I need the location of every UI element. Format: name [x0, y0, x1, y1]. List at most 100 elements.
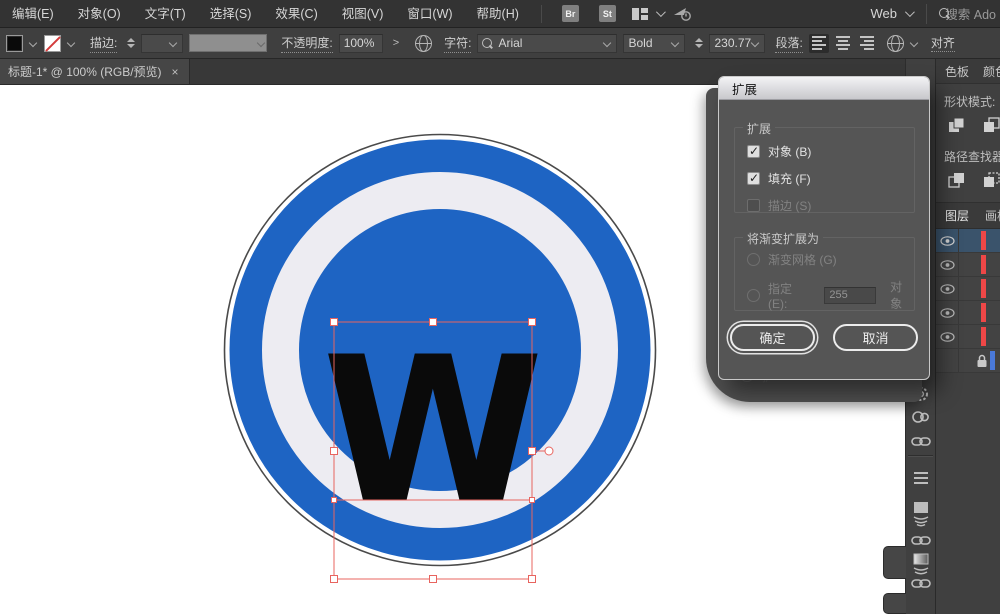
cancel-button[interactable]: 取消: [833, 324, 918, 351]
checkbox-object[interactable]: 对象 (B): [735, 138, 914, 165]
checkbox-label: 对象 (B): [768, 143, 811, 160]
control-bar: 描边: 不透明度: 100% > 字符: Arial Bold 230.77 段…: [0, 28, 1000, 59]
brush-definition-select[interactable]: [189, 34, 267, 52]
font-family-select[interactable]: Arial: [477, 34, 617, 53]
checkbox-checked-icon[interactable]: [747, 172, 760, 185]
menu-item-select[interactable]: 选择(S): [198, 0, 264, 28]
lock-icon[interactable]: [976, 354, 988, 368]
align-center-icon[interactable]: [833, 34, 853, 53]
chevron-down-icon[interactable]: [29, 39, 37, 47]
menu-item-view[interactable]: 视图(V): [330, 0, 396, 28]
character-label[interactable]: 字符:: [444, 34, 471, 53]
artboard-waves-icon[interactable]: [911, 501, 931, 527]
link-icon[interactable]: [911, 535, 931, 546]
selection-handle[interactable]: [331, 448, 338, 455]
document-tab[interactable]: 标题-1* @ 100% (RGB/预览) ×: [0, 59, 190, 84]
chevron-down-icon[interactable]: [910, 39, 918, 47]
stroke-weight-input[interactable]: [141, 34, 183, 53]
dock-gripper[interactable]: [883, 593, 906, 614]
fill-color-swatch[interactable]: [6, 35, 23, 52]
menu-item-help[interactable]: 帮助(H): [465, 0, 531, 28]
stroke-color-swatch[interactable]: [44, 35, 61, 52]
font-size-select[interactable]: 230.77: [709, 34, 765, 53]
glyphs-panel-icon[interactable]: [887, 35, 904, 52]
selection-handle[interactable]: [430, 576, 437, 583]
selection-handle[interactable]: [529, 576, 536, 583]
font-size-stepper[interactable]: [695, 38, 703, 48]
layer-row[interactable]: [936, 253, 1000, 277]
checkbox-checked-icon[interactable]: [747, 145, 760, 158]
selection-handle[interactable]: [331, 319, 338, 326]
chevron-down-icon[interactable]: [656, 7, 666, 17]
dock-gripper[interactable]: [883, 546, 906, 579]
selection-handle[interactable]: [331, 576, 338, 583]
workspace-select[interactable]: Web: [857, 6, 927, 21]
search-placeholder: 搜索 Ado: [945, 4, 996, 23]
chevron-down-icon[interactable]: [67, 39, 75, 47]
font-size-value: 230.77: [714, 36, 751, 50]
align-left-icon[interactable]: [809, 34, 829, 53]
tab-artboards[interactable]: 画板: [985, 207, 1000, 224]
font-style-select[interactable]: Bold: [623, 34, 685, 53]
selection-out-port-icon[interactable]: [545, 447, 553, 455]
baseline-anchor[interactable]: [530, 498, 535, 503]
close-icon[interactable]: ×: [172, 65, 179, 79]
pathfinder-unite-icon[interactable]: [948, 117, 965, 133]
menu-item-window[interactable]: 窗口(W): [395, 0, 464, 28]
gradient-waves-icon[interactable]: [911, 553, 931, 577]
eye-icon[interactable]: [940, 236, 955, 246]
tab-color[interactable]: 颜色: [983, 63, 1000, 80]
menu-item-type[interactable]: 文字(T): [133, 0, 198, 28]
tab-swatches[interactable]: 色板: [945, 63, 969, 80]
stock-icon[interactable]: St: [599, 5, 616, 22]
pathfinder-trim-icon[interactable]: [983, 172, 1000, 188]
align-panel-label[interactable]: 对齐: [931, 34, 955, 52]
layer-color-bar: [981, 303, 986, 322]
chevron-down-icon: [169, 39, 177, 47]
pathfinder-divide-icon[interactable]: [948, 172, 965, 188]
eye-icon[interactable]: [940, 260, 955, 270]
creative-cloud-icon[interactable]: [911, 410, 931, 424]
more-options-button[interactable]: >: [389, 37, 403, 49]
workspace-switcher-icon[interactable]: [632, 8, 648, 20]
layer-row[interactable]: [936, 325, 1000, 349]
dialog-titlebar[interactable]: 扩展: [719, 77, 929, 100]
pathfinder-minus-front-icon[interactable]: [983, 117, 1000, 133]
document-setup-icon[interactable]: [415, 35, 432, 52]
tab-layers[interactable]: 图层: [945, 207, 969, 224]
layer-row[interactable]: [936, 301, 1000, 325]
opacity-input[interactable]: 100%: [339, 34, 383, 53]
sign-letter[interactable]: W: [322, 314, 544, 548]
chevron-down-icon: [751, 39, 759, 47]
radio-gradient-mesh: 渐变网格 (G): [735, 246, 914, 273]
ok-button[interactable]: 确定: [730, 324, 815, 351]
search-input[interactable]: 搜索 Ado: [926, 4, 1000, 24]
link-icon[interactable]: [911, 578, 931, 589]
paragraph-label[interactable]: 段落:: [775, 34, 802, 53]
baseline-anchor[interactable]: [332, 498, 337, 503]
align-right-icon[interactable]: [857, 34, 877, 53]
eye-icon[interactable]: [940, 308, 955, 318]
menu-item-edit[interactable]: 编辑(E): [0, 0, 66, 28]
expand-options-group: 扩展 对象 (B) 填充 (F) 描边 (S): [734, 127, 915, 213]
link-icon[interactable]: [911, 436, 931, 447]
eye-icon[interactable]: [940, 332, 955, 342]
layer-row[interactable]: [936, 229, 1000, 253]
selection-handle[interactable]: [430, 319, 437, 326]
stroke-weight-label[interactable]: 描边:: [90, 34, 117, 53]
menu-lines-icon[interactable]: [914, 472, 928, 484]
group-legend: 将渐变扩展为: [743, 230, 823, 247]
share-icon[interactable]: [673, 6, 693, 22]
stroke-weight-stepper[interactable]: [127, 38, 135, 48]
selection-handle[interactable]: [529, 319, 536, 326]
menu-item-effect[interactable]: 效果(C): [263, 0, 329, 28]
layer-row[interactable]: [936, 349, 1000, 373]
opacity-label[interactable]: 不透明度:: [281, 34, 332, 53]
bridge-icon[interactable]: Br: [562, 5, 579, 22]
checkbox-fill[interactable]: 填充 (F): [735, 165, 914, 192]
eye-icon[interactable]: [940, 284, 955, 294]
menu-item-object[interactable]: 对象(O): [66, 0, 133, 28]
selection-handle[interactable]: [529, 448, 536, 455]
layer-row[interactable]: [936, 277, 1000, 301]
font-style-value: Bold: [628, 36, 652, 50]
